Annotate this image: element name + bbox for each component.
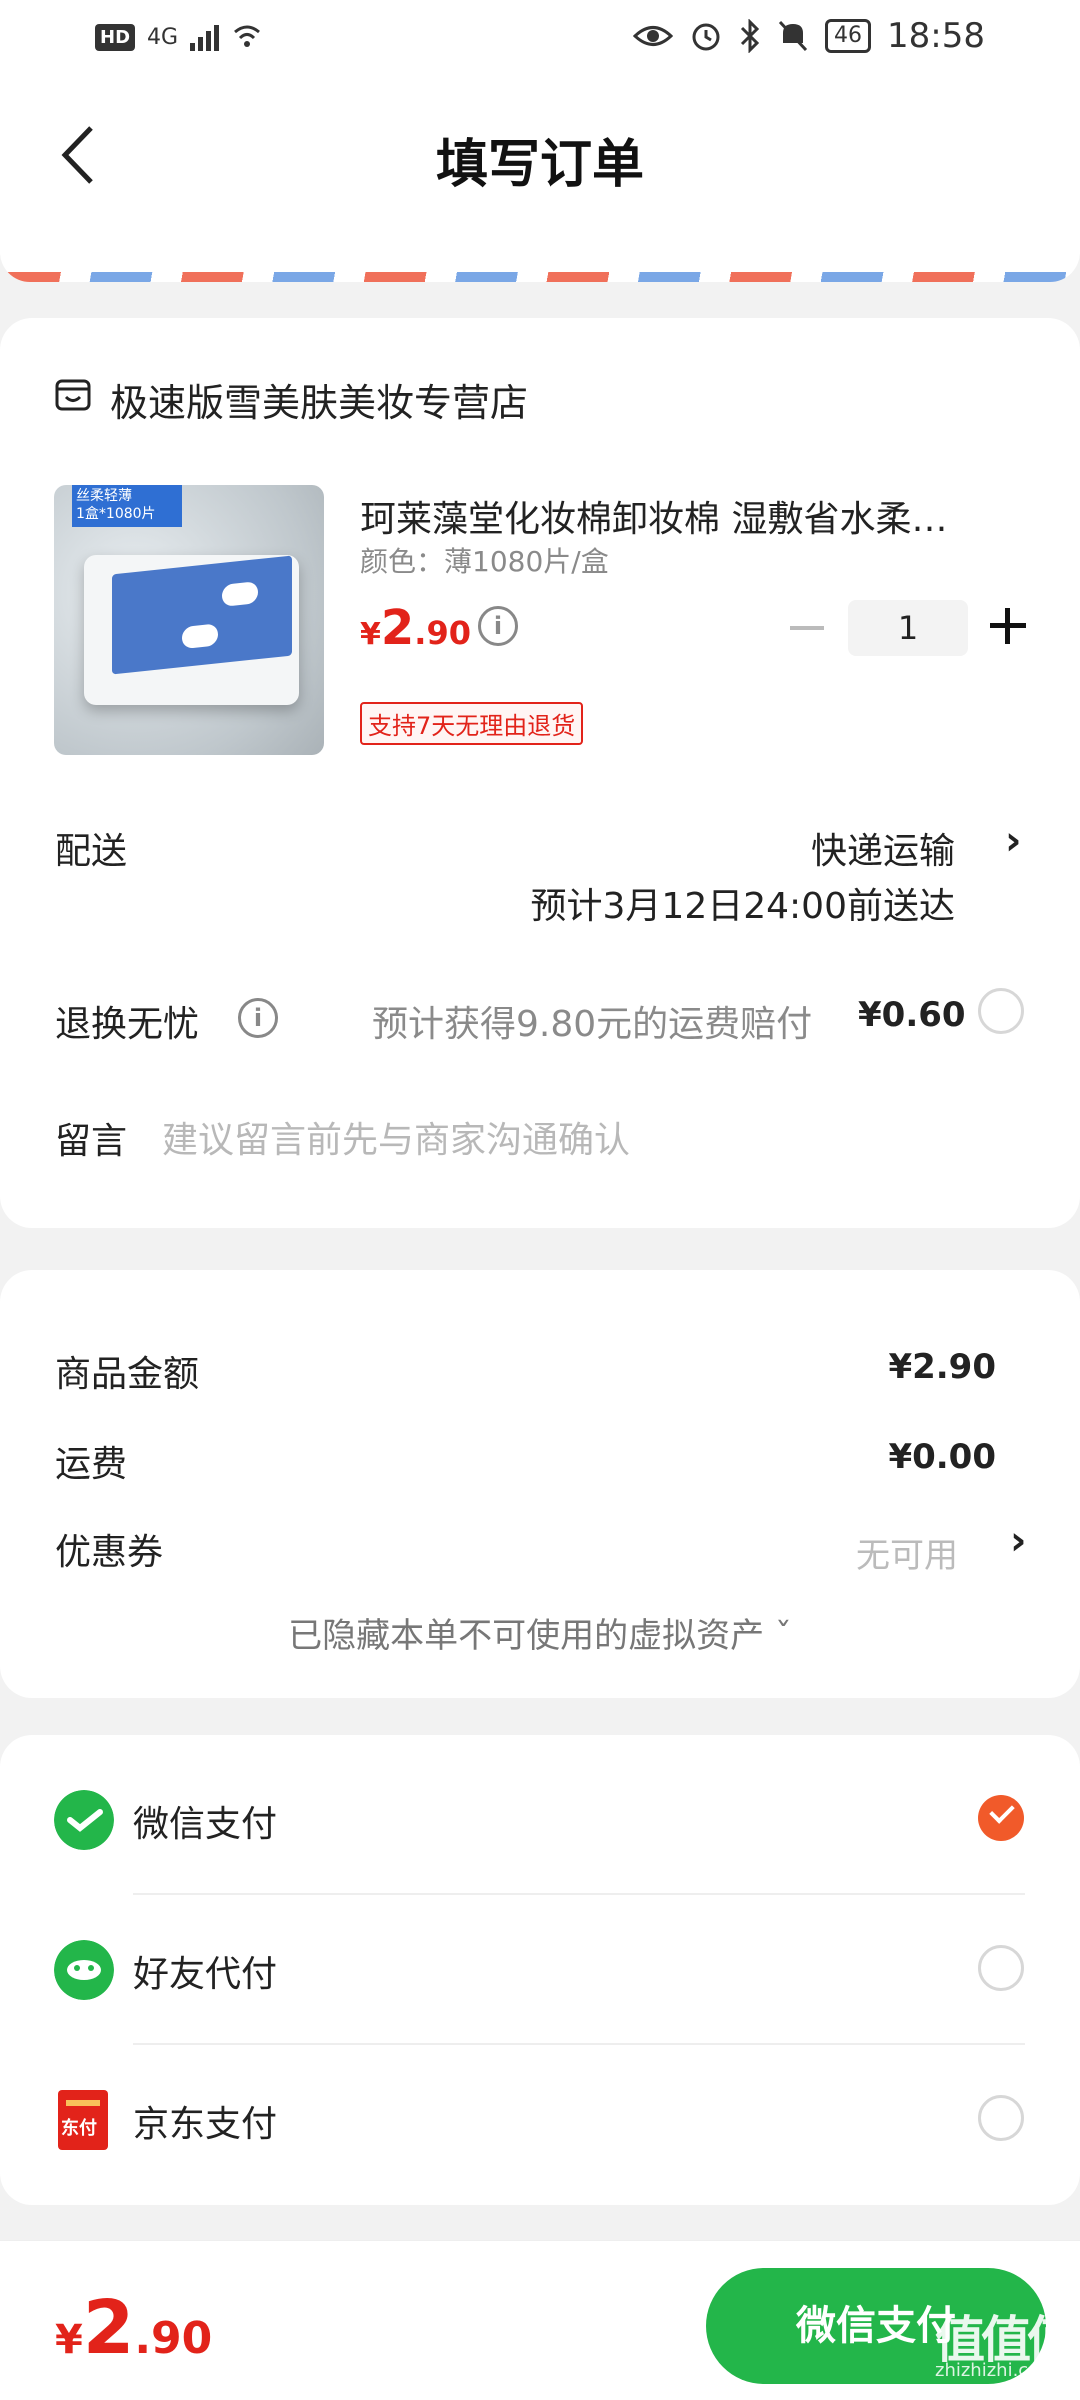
eye-icon	[633, 26, 674, 46]
quantity-stepper[interactable]: 1	[848, 600, 968, 656]
network-type: 4G	[147, 24, 179, 50]
header-bar: 填写订单	[0, 80, 1080, 230]
shipping-fee-value: ¥0.00	[888, 1437, 996, 1477]
mute-icon	[778, 20, 808, 52]
goods-amount-label: 商品金额	[55, 1354, 200, 1395]
coupon-value[interactable]: 无可用	[856, 1528, 958, 1577]
insurance-label: 退换无忧	[55, 1004, 200, 1045]
status-right: 46 18:58	[633, 16, 985, 56]
thumb-tag: 丝柔轻薄 1盒*1080片	[72, 485, 182, 527]
order-card	[0, 318, 1080, 1228]
coupon-chevron-icon[interactable]: ›	[1010, 1518, 1026, 1564]
thumb-tag-line2: 1盒*1080片	[76, 506, 156, 522]
product-price: ¥2.90	[360, 600, 471, 656]
jd-pay-icon: 东付	[58, 2090, 108, 2150]
store-name[interactable]: 极速版雪美肤美妆专营店	[110, 372, 528, 427]
price-currency: ¥	[360, 617, 381, 652]
total-decimal: .90	[134, 2313, 213, 2364]
coupon-label: 优惠券	[55, 1532, 164, 1573]
bluetooth-icon	[740, 19, 760, 53]
price-integer: 2	[380, 600, 415, 656]
payment-method-wechat[interactable]: 微信支付	[133, 1795, 277, 1847]
payment-method-friend[interactable]: 好友代付	[133, 1945, 277, 1997]
airmail-stripe	[0, 272, 1080, 282]
address-stripe-divider	[0, 230, 1080, 282]
status-left: HD 4G	[95, 22, 263, 52]
product-box-image	[84, 555, 299, 705]
signal-icon	[190, 23, 220, 51]
insurance-radio[interactable]	[978, 988, 1024, 1034]
delivery-eta: 预计3月12日24:00前送达	[530, 886, 955, 927]
page-title: 填写订单	[435, 135, 644, 195]
total-price: ¥2.90	[55, 2285, 212, 2371]
quantity-increase-button[interactable]	[990, 608, 1026, 644]
delivery-method[interactable]: 快递运输	[811, 822, 955, 874]
status-time: 18:58	[887, 16, 985, 56]
product-title[interactable]: 珂莱藻堂化妆棉卸妆棉 湿敷省水柔…	[360, 490, 1000, 542]
message-label: 留言	[55, 1121, 128, 1162]
price-decimal: .90	[414, 614, 471, 652]
total-currency: ¥	[55, 2317, 83, 2363]
friend-pay-radio[interactable]	[978, 1945, 1024, 1991]
shipping-fee-label: 运费	[55, 1444, 128, 1485]
product-spec[interactable]: 颜色：薄1080片/盒	[360, 540, 609, 580]
jd-pay-icon-text: 东付	[61, 2118, 97, 2139]
price-info-icon[interactable]: i	[478, 606, 518, 646]
delivery-label: 配送	[55, 831, 128, 872]
hd-icon: HD	[95, 23, 136, 51]
total-integer: 2	[82, 2285, 135, 2371]
cloud-shape	[222, 581, 258, 607]
product-box-label	[112, 555, 292, 675]
thumb-tag-line1: 丝柔轻薄	[76, 488, 132, 504]
wifi-icon	[234, 25, 261, 47]
quantity-decrease-button[interactable]	[790, 626, 824, 630]
product-thumbnail[interactable]: 丝柔轻薄 1盒*1080片	[54, 485, 324, 755]
jd-pay-radio[interactable]	[978, 2095, 1024, 2141]
battery-icon: 46	[825, 19, 872, 53]
divider	[133, 1893, 1025, 1895]
insurance-price: ¥0.60	[858, 995, 966, 1035]
alarm-icon	[692, 23, 720, 51]
insurance-info-icon[interactable]: i	[238, 998, 278, 1038]
friend-pay-icon	[54, 1940, 114, 2000]
return-policy-badge: 支持7天无理由退货	[360, 702, 584, 745]
goods-amount-value: ¥2.90	[888, 1347, 996, 1387]
status-bar: HD 4G 46 18:58	[0, 0, 1080, 80]
wechat-pay-icon	[54, 1790, 114, 1850]
insurance-description: 预计获得9.80元的运费赔付	[372, 1004, 813, 1045]
store-icon	[55, 379, 91, 411]
wechat-pay-radio[interactable]	[978, 1795, 1024, 1841]
divider	[133, 2043, 1025, 2045]
cloud-shape	[182, 623, 218, 650]
delivery-chevron-icon[interactable]: ›	[1005, 818, 1021, 864]
watermark-url: zhizhizhi.com	[935, 2360, 1057, 2381]
message-input[interactable]	[162, 1112, 1022, 1168]
hidden-assets-toggle[interactable]: 已隐藏本单不可使用的虚拟资产 ˇ	[0, 1608, 1080, 1657]
payment-method-jd[interactable]: 京东支付	[133, 2095, 277, 2147]
